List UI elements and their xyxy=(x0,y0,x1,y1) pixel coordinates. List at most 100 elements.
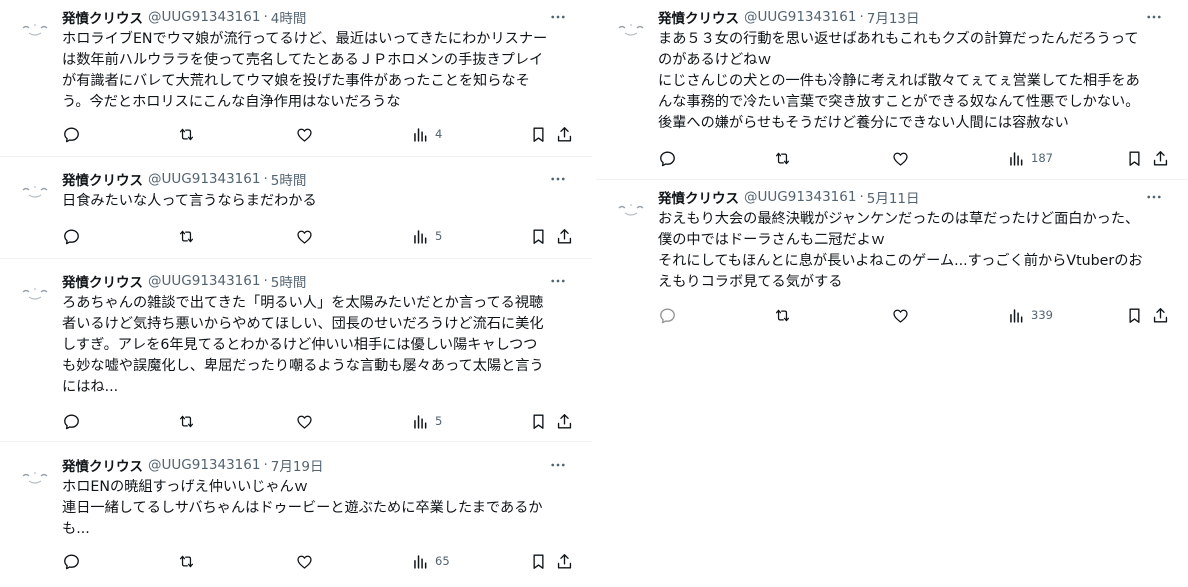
timestamp[interactable]: 5時間 xyxy=(271,271,307,291)
timestamp[interactable]: 5月11日 xyxy=(867,187,920,207)
heart-icon[interactable] xyxy=(891,303,910,327)
author-handle[interactable]: @UUG91343161 xyxy=(148,457,260,473)
tweet-text-line: にじさんじの犬との一件も冷静に考えれば散々てぇてぇ営業してた相手をあ xyxy=(658,73,1140,89)
bookmark-icon[interactable] xyxy=(529,409,548,433)
tweet-action-bar: 65 xyxy=(58,549,586,573)
more-icon[interactable] xyxy=(546,8,570,26)
more-icon[interactable] xyxy=(546,170,570,188)
tweet-action-bar: 5 xyxy=(58,224,586,248)
timestamp[interactable]: 7月19日 xyxy=(271,455,324,475)
bookmark-icon[interactable] xyxy=(529,224,548,248)
retweet-icon[interactable] xyxy=(177,549,196,573)
avatar[interactable] xyxy=(616,196,646,220)
reply-icon[interactable] xyxy=(62,549,81,573)
tweet-text-line: は数年前ハルウララを使って売名してたとあるＪＰホロメンの手抜きプレイ xyxy=(62,52,544,68)
tweet-header: 発憤クリウス @UUG91343161 · 5時間 xyxy=(62,271,576,291)
author-name[interactable]: 発憤クリウス xyxy=(658,187,739,207)
tweet-action-bar: 4 xyxy=(58,122,586,146)
divider xyxy=(0,156,592,157)
more-icon[interactable] xyxy=(1142,188,1166,206)
reply-icon[interactable] xyxy=(62,224,81,248)
author-handle[interactable]: @UUG91343161 xyxy=(148,171,260,187)
tweet-header: 発憤クリウス @UUG91343161 · 7月19日 xyxy=(62,455,576,475)
more-icon[interactable] xyxy=(1142,8,1166,26)
bookmark-icon[interactable] xyxy=(1125,303,1144,327)
author-name[interactable]: 発憤クリウス xyxy=(62,169,143,189)
bookmark-icon[interactable] xyxy=(529,122,548,146)
views-icon xyxy=(411,412,430,431)
heart-icon[interactable] xyxy=(295,224,314,248)
views-icon xyxy=(1007,149,1026,168)
heart-icon[interactable] xyxy=(295,122,314,146)
avatar[interactable] xyxy=(20,464,50,488)
share-icon[interactable] xyxy=(555,224,574,248)
tweet-text-line: 者いるけど気持ち悪いからやめてほしい、団長のせいだろうけど流石に美化 xyxy=(62,316,544,332)
tweet-text: ホロライブENでウマ娘が流行ってるけど、最近はいってきたにわかリスナー は数年前ハ… xyxy=(62,29,576,113)
timestamp[interactable]: 5時間 xyxy=(271,169,307,189)
tweet-text-line: しすぎ。アレを6年見てるとわかるけど仲いい相手には優しい陽キャしつつ xyxy=(62,337,538,353)
tweet[interactable]: 発憤クリウス @UUG91343161 · 5月11日 おえもり大会の最終決戦がジャンケ… xyxy=(596,180,1188,337)
author-name[interactable]: 発憤クリウス xyxy=(62,7,143,27)
timestamp[interactable]: 4時間 xyxy=(271,7,307,27)
tweet-text-line: それにしてもほんとに息が長いよねこのゲーム...すっごく前からVtuberのお xyxy=(658,253,1143,269)
avatar[interactable] xyxy=(616,16,646,40)
views-button[interactable]: 5 xyxy=(411,409,442,433)
share-icon[interactable] xyxy=(1151,303,1170,327)
reply-icon[interactable] xyxy=(658,303,677,327)
avatar[interactable] xyxy=(20,178,50,202)
tweet[interactable]: 発憤クリウス @UUG91343161 · 7月13日まあ５３女の行動を思い返せばあれ… xyxy=(596,0,1188,180)
tweet-text-line: 僕の中ではドーラさんも二冠だよｗ xyxy=(658,232,886,248)
tweet-text: ホロENの暁組すっげえ仲いいじゃんｗ 連日一緒してるしサバちゃんはドゥービーと遊ぶ… xyxy=(62,477,576,540)
reply-icon[interactable] xyxy=(62,409,81,433)
views-button[interactable]: 4 xyxy=(411,122,442,146)
reply-icon[interactable] xyxy=(658,146,677,170)
author-name[interactable]: 発憤クリウス xyxy=(62,455,143,475)
tweet-header: 発憤クリウス @UUG91343161 · 7月13日 xyxy=(658,7,1172,27)
timestamp[interactable]: 7月13日 xyxy=(867,7,920,27)
tweet-text-line: にはね... xyxy=(62,379,119,395)
author-name[interactable]: 発憤クリウス xyxy=(658,7,739,27)
separator-dot: · xyxy=(263,273,268,289)
retweet-icon[interactable] xyxy=(773,303,792,327)
views-button[interactable]: 339 xyxy=(1007,303,1053,327)
share-icon[interactable] xyxy=(555,549,574,573)
bookmark-icon[interactable] xyxy=(1125,146,1144,170)
tweet[interactable]: 発憤クリウス @UUG91343161 · 5時間 日食みたいな人って言うならまだわかる… xyxy=(0,162,592,258)
retweet-icon[interactable] xyxy=(177,409,196,433)
tweet-text-line: 日食みたいな人って言うならまだわかる xyxy=(62,193,317,209)
author-handle[interactable]: @UUG91343161 xyxy=(744,9,856,25)
share-icon[interactable] xyxy=(555,409,574,433)
tweet[interactable]: 発憤クリウス @UUG91343161 · 4時間 ホロライブENでウマ娘が流行ってるけ… xyxy=(0,0,592,156)
author-handle[interactable]: @UUG91343161 xyxy=(744,189,856,205)
reply-icon[interactable] xyxy=(62,122,81,146)
bookmark-icon[interactable] xyxy=(529,549,548,573)
retweet-icon[interactable] xyxy=(177,122,196,146)
heart-icon[interactable] xyxy=(295,549,314,573)
tweet-text-line: んな事務的で冷たい言葉で突き放すことができる奴なんて性悪でしかない。 xyxy=(658,94,1140,110)
views-icon xyxy=(411,227,430,246)
separator-dot: · xyxy=(859,9,864,25)
retweet-icon[interactable] xyxy=(773,146,792,170)
author-handle[interactable]: @UUG91343161 xyxy=(148,9,260,25)
views-button[interactable]: 65 xyxy=(411,549,450,573)
avatar[interactable] xyxy=(20,16,50,40)
heart-icon[interactable] xyxy=(295,409,314,433)
share-icon[interactable] xyxy=(1151,146,1170,170)
share-icon[interactable] xyxy=(555,122,574,146)
views-button[interactable]: 5 xyxy=(411,224,442,248)
retweet-icon[interactable] xyxy=(177,224,196,248)
tweet-text-line: が有識者にバレて大荒れしてウマ娘を投げた事件があったことを知らなそ xyxy=(62,73,530,89)
tweet-text-line: まあ５３女の行動を思い返せばあれもこれもクズの計算だったんだろうって xyxy=(658,31,1139,47)
more-icon[interactable] xyxy=(546,272,570,290)
tweet-text-line: も妙な嘘や誤魔化し、卑屈だったり嘲るような言動も屡々あって太陽と言う xyxy=(62,358,544,374)
avatar[interactable] xyxy=(20,280,50,304)
separator-dot: · xyxy=(263,457,268,473)
tweet[interactable]: 発憤クリウス @UUG91343161 · 5時間 ろあちゃんの雑談で出てきた「明るい人… xyxy=(0,264,592,443)
author-handle[interactable]: @UUG91343161 xyxy=(148,273,260,289)
views-button[interactable]: 187 xyxy=(1007,146,1053,170)
tweet[interactable]: 発憤クリウス @UUG91343161 · 7月19日 ホロENの暁組すっげえ仲いいじゃ… xyxy=(0,448,592,583)
author-name[interactable]: 発憤クリウス xyxy=(62,271,143,291)
heart-icon[interactable] xyxy=(891,146,910,170)
more-icon[interactable] xyxy=(546,456,570,474)
tweet-text-line: えもりコラボ見てる気がする xyxy=(658,274,843,290)
